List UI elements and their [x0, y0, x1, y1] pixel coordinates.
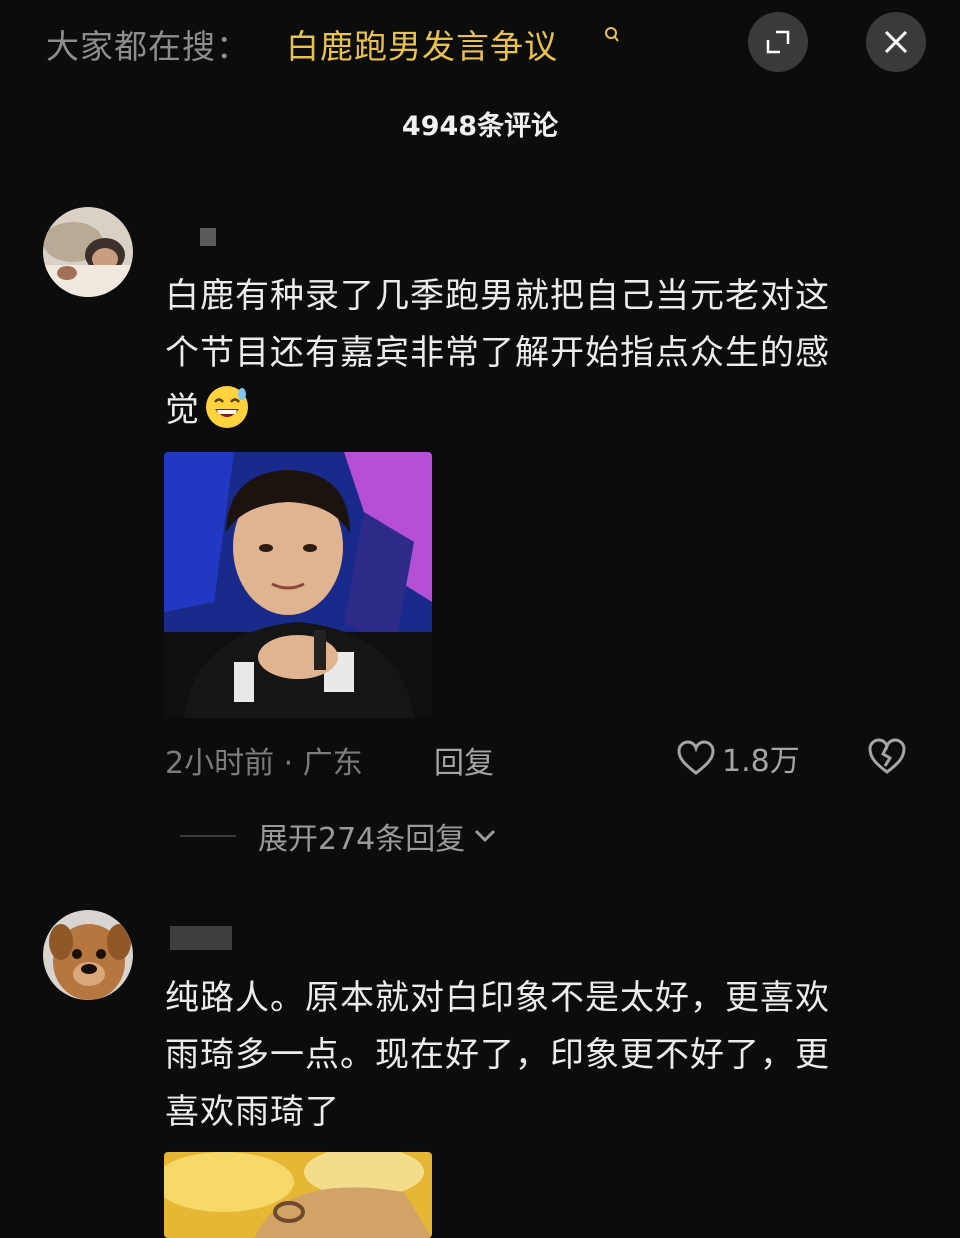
comment-line-last: 觉: [165, 382, 925, 439]
like-button[interactable]: 1.8万: [676, 736, 800, 780]
comment-line: 白鹿有种录了几季跑男就把自己当元老对这: [165, 276, 830, 316]
search-prefix: 大家都在搜：: [46, 27, 250, 66]
minimize-icon: [766, 30, 790, 54]
close-button[interactable]: [866, 12, 926, 72]
expand-replies[interactable]: 展开274条回复: [180, 814, 499, 858]
comment-sheet: 大家都在搜： 白鹿跑男发言争议 4948条评论 白鹿有种录了几季跑男就把自己当元…: [0, 0, 960, 1238]
trending-search-link[interactable]: 白鹿跑男发言争议: [286, 20, 558, 68]
minimize-button[interactable]: [748, 12, 808, 72]
comment-text: 白鹿有种录了几季跑男就把自己当元老对这 个节目还有嘉宾非常了解开始指点众生的感 …: [165, 268, 925, 439]
comment-line: 个节目还有嘉宾非常了解开始指点众生的感: [165, 333, 830, 373]
comment-line: 雨琦多一点。现在好了，印象更不好了，更: [165, 1035, 830, 1075]
comment-photo[interactable]: [164, 452, 432, 718]
username-blurred[interactable]: [200, 228, 216, 246]
broken-heart-icon[interactable]: [866, 736, 908, 776]
comment-count: 4948条评论: [401, 111, 559, 142]
username-blurred[interactable]: [170, 926, 232, 950]
top-bar: 大家都在搜： 白鹿跑男发言争议: [0, 0, 960, 90]
comment-meta: 2小时前 · 广东: [165, 746, 363, 781]
comment-line: 喜欢雨琦了: [165, 1092, 340, 1132]
comment-text: 纯路人。原本就对白印象不是太好，更喜欢 雨琦多一点。现在好了，印象更不好了，更 …: [165, 970, 925, 1141]
grinning-sweat-emoji: [206, 386, 248, 428]
close-icon: [884, 30, 908, 54]
divider: [180, 835, 236, 837]
heart-icon: [677, 740, 715, 775]
comment-photo[interactable]: [164, 1152, 432, 1238]
expand-replies-label: 展开274条回复: [258, 822, 466, 857]
comment-line-text: 觉: [165, 390, 200, 430]
avatar[interactable]: [43, 910, 133, 1000]
avatar[interactable]: [43, 207, 133, 297]
chevron-down-icon: [475, 829, 496, 843]
comment-line: 纯路人。原本就对白印象不是太好，更喜欢: [165, 978, 830, 1018]
like-count: 1.8万: [722, 744, 800, 779]
reply-button[interactable]: 回复: [434, 738, 494, 782]
search-icon[interactable]: [604, 26, 620, 44]
